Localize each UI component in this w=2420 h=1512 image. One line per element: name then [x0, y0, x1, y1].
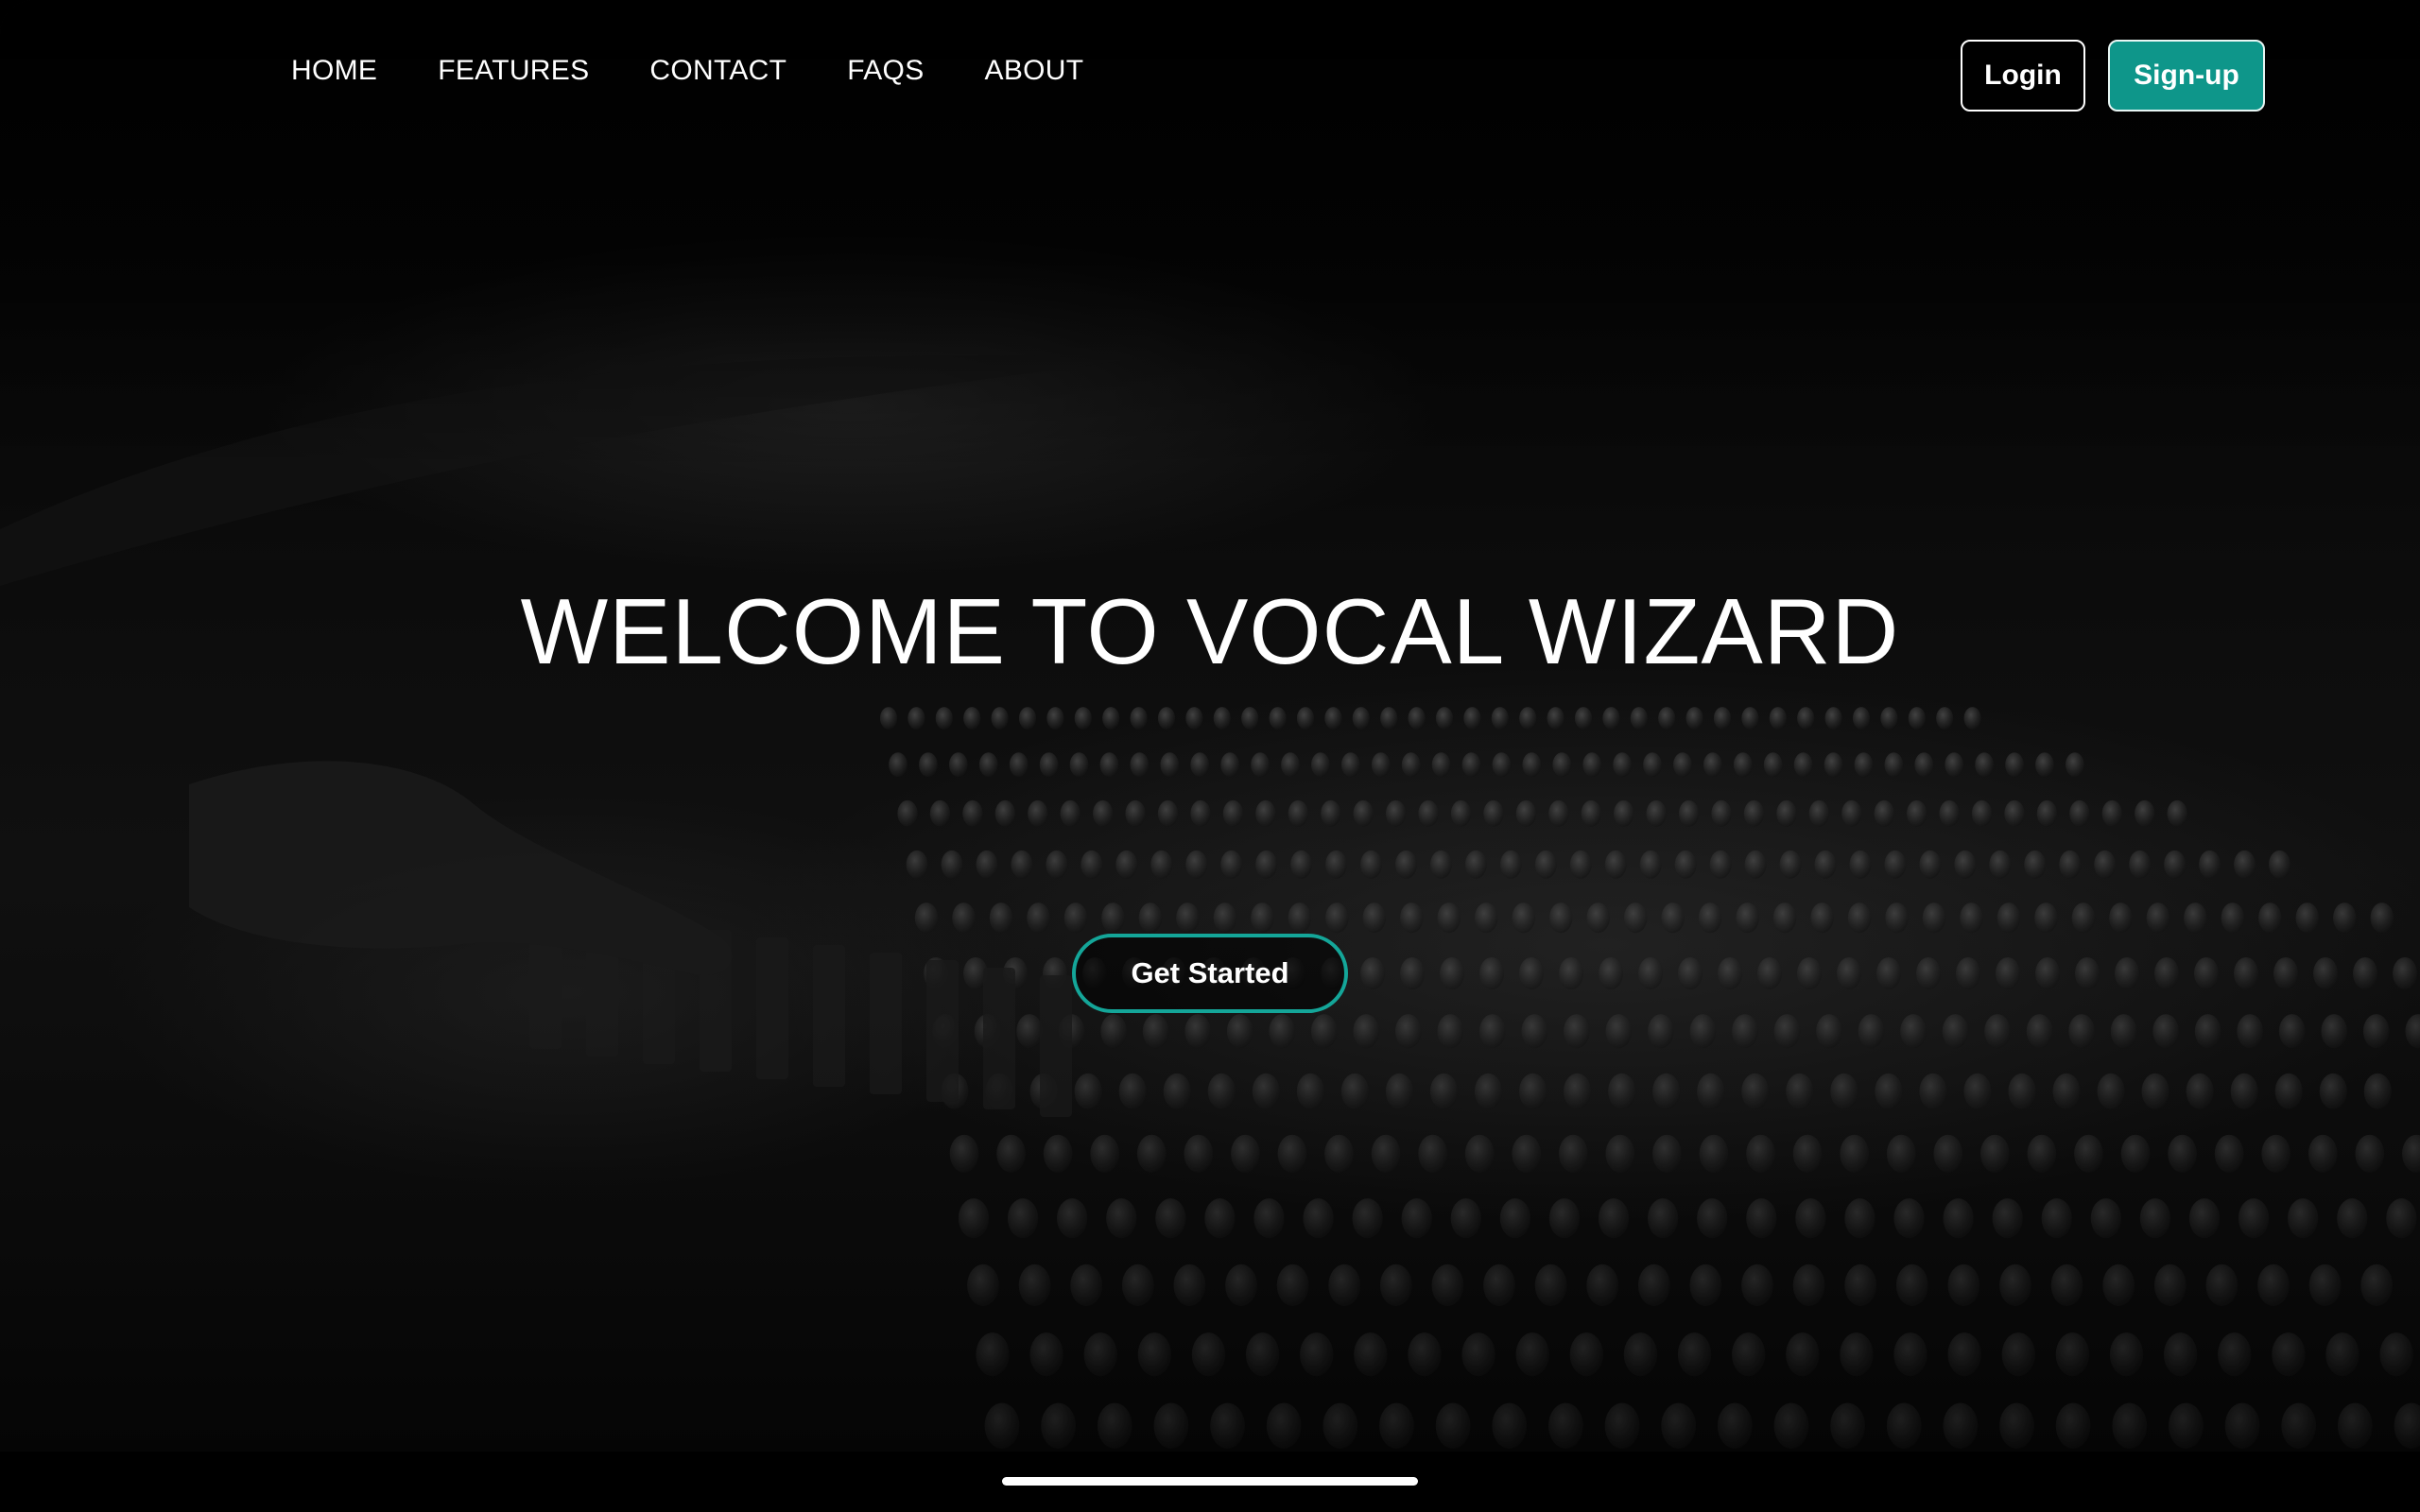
- get-started-button[interactable]: Get Started: [1072, 934, 1348, 1013]
- home-indicator[interactable]: [1002, 1477, 1418, 1486]
- mixing-console-image: [0, 0, 2420, 1449]
- hero-title: WELCOME TO VOCAL WIZARD: [520, 579, 1900, 683]
- nav-home[interactable]: HOME: [291, 55, 377, 87]
- auth-buttons: Login Sign-up: [1961, 40, 2265, 112]
- nav-faqs[interactable]: FAQS: [847, 55, 924, 87]
- main-nav: HOME FEATURES CONTACT FAQS ABOUT: [291, 55, 1083, 87]
- login-button[interactable]: Login: [1961, 40, 2085, 112]
- nav-features[interactable]: FEATURES: [438, 55, 589, 87]
- app-screen: HOME FEATURES CONTACT FAQS ABOUT Login S…: [0, 0, 2420, 1512]
- nav-about[interactable]: ABOUT: [985, 55, 1084, 87]
- signup-button[interactable]: Sign-up: [2108, 40, 2265, 112]
- nav-contact[interactable]: CONTACT: [649, 55, 786, 87]
